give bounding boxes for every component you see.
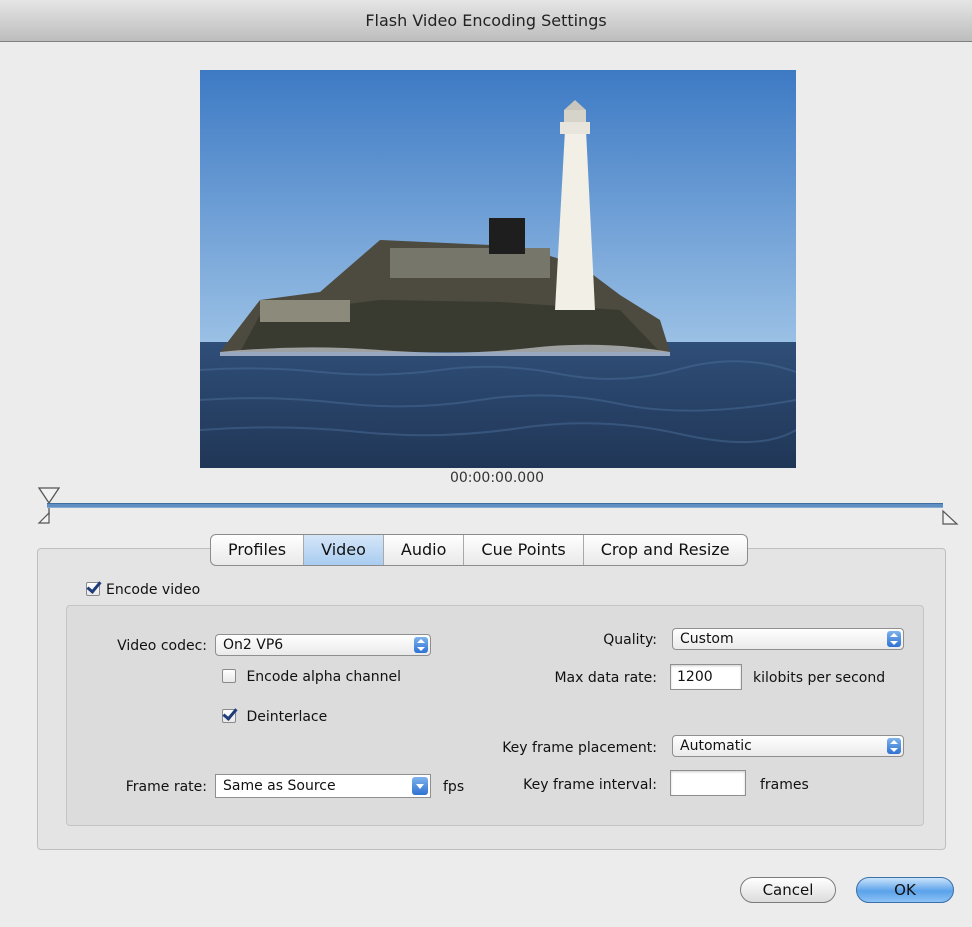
lighthouse-preview-image	[200, 70, 796, 468]
tab-audio[interactable]: Audio	[384, 535, 465, 565]
key-frame-placement-select[interactable]: Automatic	[672, 735, 904, 757]
fps-unit-label: fps	[443, 779, 465, 795]
encode-video-checkbox[interactable]	[86, 582, 100, 596]
max-data-rate-input[interactable]: 1200	[670, 664, 742, 690]
video-codec-value: On2 VP6	[223, 637, 284, 653]
video-preview	[200, 70, 796, 468]
quality-label: Quality:	[603, 632, 657, 648]
cancel-button[interactable]: Cancel	[740, 877, 836, 903]
video-codec-select[interactable]: On2 VP6	[215, 634, 431, 656]
timecode-readout: 00:00:00.000	[449, 470, 545, 486]
encode-alpha-row[interactable]: Encode alpha channel	[222, 669, 401, 685]
max-data-rate-label: Max data rate:	[554, 670, 657, 686]
deinterlace-row[interactable]: Deinterlace	[222, 709, 327, 725]
key-frame-placement-value: Automatic	[680, 738, 752, 754]
window-title-bar: Flash Video Encoding Settings	[0, 0, 972, 42]
tab-crop-and-resize[interactable]: Crop and Resize	[584, 535, 747, 565]
codec-stepper-icon	[414, 637, 428, 653]
video-options-group: Video codec: On2 VP6 Encode alpha channe…	[66, 605, 924, 826]
data-rate-unit-label: kilobits per second	[753, 670, 886, 686]
frame-rate-label: Frame rate:	[125, 779, 207, 795]
video-codec-label: Video codec:	[117, 638, 207, 654]
ok-button[interactable]: OK	[856, 877, 954, 903]
placement-stepper-icon	[887, 738, 901, 754]
deinterlace-label: Deinterlace	[246, 709, 328, 725]
out-point-marker-icon[interactable]	[935, 507, 961, 527]
quality-select[interactable]: Custom	[672, 628, 904, 650]
deinterlace-checkbox[interactable]	[222, 709, 236, 723]
frame-rate-combo[interactable]: Same as Source	[215, 774, 431, 798]
frames-unit-label: frames	[760, 777, 809, 793]
timeline-scrubber[interactable]	[47, 503, 943, 508]
tab-profiles[interactable]: Profiles	[211, 535, 305, 565]
frame-rate-value: Same as Source	[223, 778, 336, 794]
encode-video-label: Encode video	[106, 582, 201, 598]
key-frame-interval-input[interactable]	[670, 770, 746, 796]
frame-rate-dropdown-icon[interactable]	[412, 777, 428, 795]
quality-value: Custom	[680, 631, 734, 647]
tab-bar: Profiles Video Audio Cue Points Crop and…	[210, 534, 748, 566]
key-frame-placement-label: Key frame placement:	[502, 740, 657, 756]
quality-stepper-icon	[887, 631, 901, 647]
tab-video[interactable]: Video	[304, 535, 384, 565]
tab-cue-points[interactable]: Cue Points	[464, 535, 584, 565]
encode-alpha-label: Encode alpha channel	[246, 669, 402, 685]
window-title: Flash Video Encoding Settings	[365, 11, 607, 30]
encode-video-row[interactable]: Encode video	[86, 582, 200, 598]
key-frame-interval-label: Key frame interval:	[523, 777, 657, 793]
encode-alpha-checkbox[interactable]	[222, 669, 236, 683]
